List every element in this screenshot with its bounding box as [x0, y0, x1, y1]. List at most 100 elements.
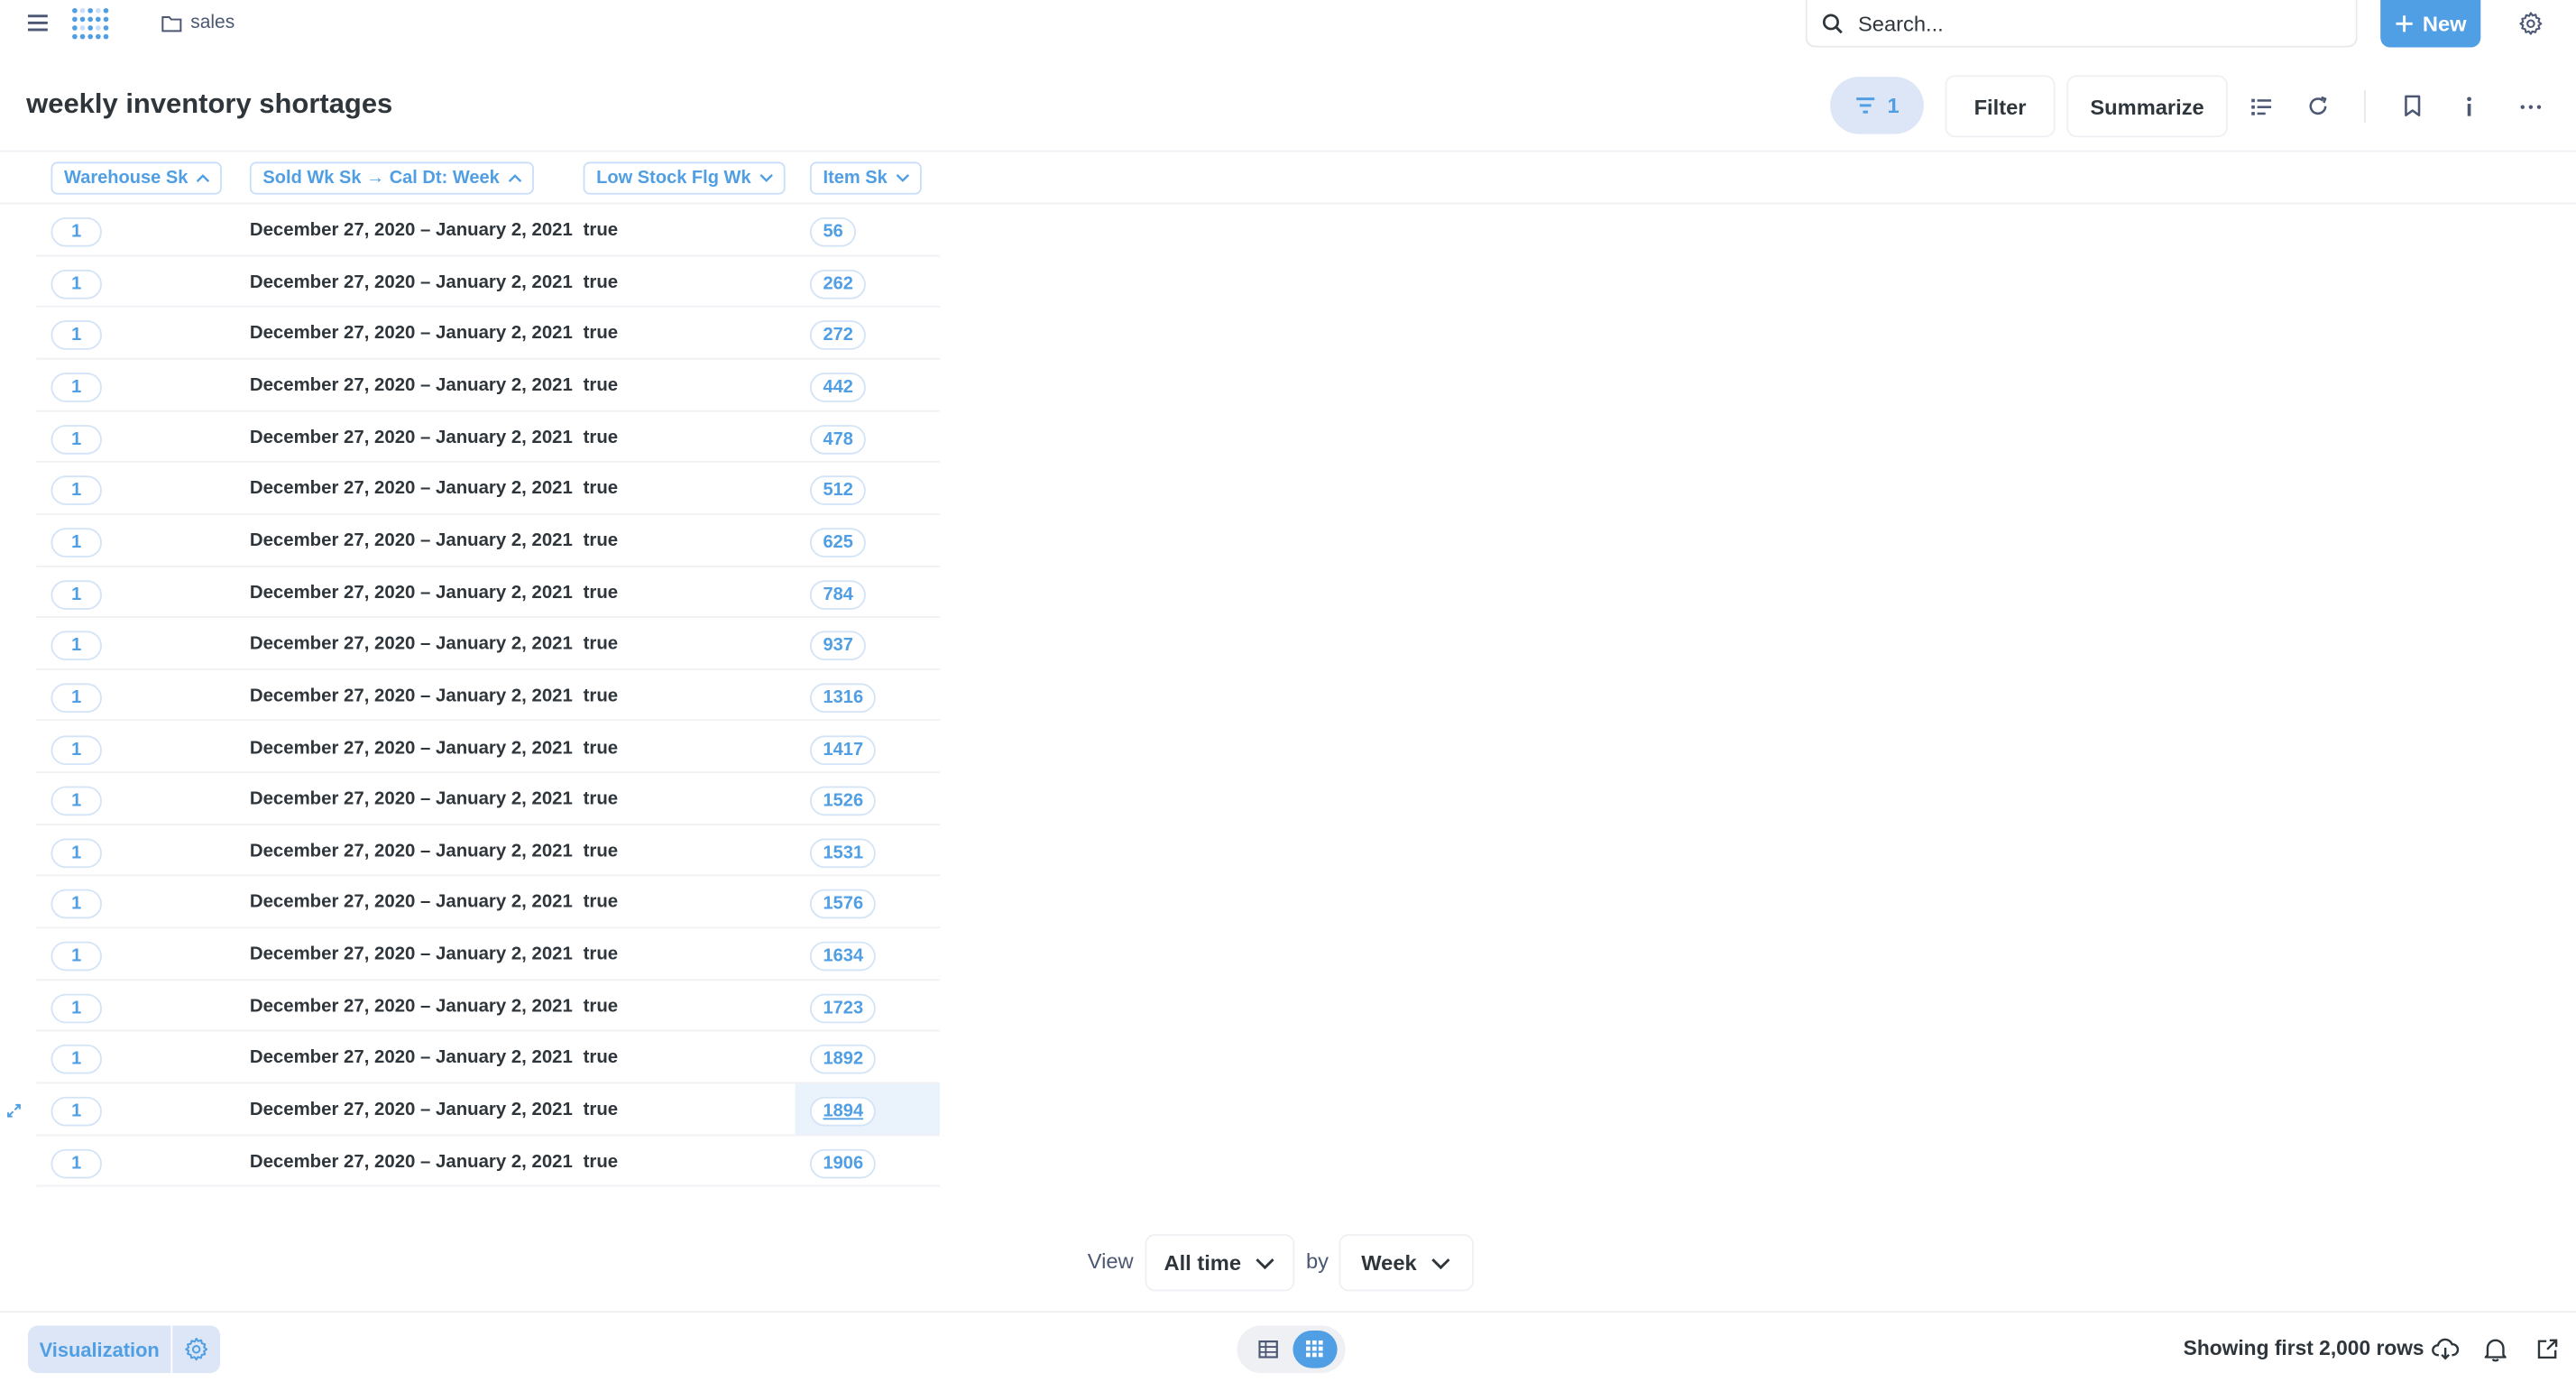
- low-stock-flag-cell[interactable]: true: [584, 738, 619, 758]
- item-sk-cell[interactable]: 937: [809, 631, 867, 661]
- low-stock-flag-cell[interactable]: true: [584, 997, 619, 1017]
- search-input[interactable]: [1858, 10, 2318, 35]
- item-sk-cell[interactable]: 1906: [809, 1148, 877, 1178]
- week-cell[interactable]: December 27, 2020 – January 2, 2021: [250, 428, 573, 447]
- download-icon[interactable]: [2428, 1332, 2461, 1365]
- item-sk-cell[interactable]: 1576: [809, 889, 877, 920]
- warehouse-sk-cell[interactable]: 1: [51, 269, 102, 299]
- low-stock-flag-cell[interactable]: true: [584, 842, 619, 861]
- warehouse-sk-cell[interactable]: 1: [51, 993, 102, 1023]
- week-cell[interactable]: December 27, 2020 – January 2, 2021: [250, 1101, 573, 1120]
- item-sk-cell[interactable]: 1417: [809, 734, 877, 765]
- week-cell[interactable]: December 27, 2020 – January 2, 2021: [250, 893, 573, 913]
- low-stock-flag-cell[interactable]: true: [584, 1048, 619, 1068]
- week-cell[interactable]: December 27, 2020 – January 2, 2021: [250, 738, 573, 758]
- low-stock-flag-cell[interactable]: true: [584, 428, 619, 447]
- warehouse-sk-cell[interactable]: 1: [51, 734, 102, 765]
- column-header[interactable]: Sold Wk Sk → Cal Dt: Week: [249, 161, 535, 195]
- warehouse-sk-cell[interactable]: 1: [51, 786, 102, 816]
- week-cell[interactable]: December 27, 2020 – January 2, 2021: [250, 531, 573, 551]
- column-header[interactable]: Item Sk: [809, 161, 923, 195]
- new-button[interactable]: New: [2380, 0, 2481, 48]
- hamburger-icon[interactable]: [20, 6, 56, 39]
- item-sk-cell[interactable]: 1531: [809, 838, 877, 868]
- page-title[interactable]: weekly inventory shortages: [26, 88, 392, 121]
- week-cell[interactable]: December 27, 2020 – January 2, 2021: [250, 997, 573, 1017]
- low-stock-flag-cell[interactable]: true: [584, 531, 619, 551]
- gear-icon[interactable]: [2514, 6, 2546, 39]
- warehouse-sk-cell[interactable]: 1: [51, 216, 102, 247]
- filter-button[interactable]: Filter: [1945, 75, 2056, 138]
- low-stock-flag-cell[interactable]: true: [584, 686, 619, 706]
- low-stock-flag-cell[interactable]: true: [584, 479, 619, 499]
- low-stock-flag-cell[interactable]: true: [584, 221, 619, 241]
- info-icon[interactable]: [2452, 88, 2488, 124]
- week-cell[interactable]: December 27, 2020 – January 2, 2021: [250, 1152, 573, 1172]
- warehouse-sk-cell[interactable]: 1: [51, 941, 102, 972]
- warehouse-sk-cell[interactable]: 1: [51, 373, 102, 402]
- time-unit-dropdown[interactable]: Week: [1339, 1234, 1474, 1292]
- item-sk-cell[interactable]: 1894: [809, 1096, 877, 1127]
- low-stock-flag-cell[interactable]: true: [584, 789, 619, 809]
- warehouse-sk-cell[interactable]: 1: [51, 528, 102, 557]
- low-stock-flag-cell[interactable]: true: [584, 376, 619, 396]
- item-sk-cell[interactable]: 1634: [809, 941, 877, 972]
- column-header[interactable]: Low Stock Flg Wk: [583, 161, 786, 195]
- item-sk-cell[interactable]: 1316: [809, 683, 877, 713]
- visualization-button[interactable]: Visualization: [27, 1325, 171, 1374]
- warehouse-sk-cell[interactable]: 1: [51, 889, 102, 920]
- gear-icon[interactable]: [172, 1325, 221, 1374]
- warehouse-sk-cell[interactable]: 1: [51, 475, 102, 506]
- week-cell[interactable]: December 27, 2020 – January 2, 2021: [250, 376, 573, 396]
- low-stock-flag-cell[interactable]: true: [584, 634, 619, 654]
- low-stock-flag-cell[interactable]: true: [584, 1101, 619, 1120]
- week-cell[interactable]: December 27, 2020 – January 2, 2021: [250, 272, 573, 292]
- active-filters-toggle[interactable]: 1: [1830, 77, 1924, 134]
- item-sk-cell[interactable]: 442: [809, 373, 867, 402]
- table-icon[interactable]: [1246, 1331, 1290, 1368]
- warehouse-sk-cell[interactable]: 1: [51, 838, 102, 868]
- column-header[interactable]: Warehouse Sk: [51, 161, 223, 195]
- low-stock-flag-cell[interactable]: true: [584, 1152, 619, 1172]
- week-cell[interactable]: December 27, 2020 – January 2, 2021: [250, 842, 573, 861]
- time-range-dropdown[interactable]: All time: [1145, 1234, 1295, 1292]
- grid-icon[interactable]: [1293, 1330, 1338, 1368]
- low-stock-flag-cell[interactable]: true: [584, 324, 619, 344]
- item-sk-cell[interactable]: 478: [809, 424, 867, 454]
- week-cell[interactable]: December 27, 2020 – January 2, 2021: [250, 583, 573, 603]
- week-cell[interactable]: December 27, 2020 – January 2, 2021: [250, 789, 573, 809]
- low-stock-flag-cell[interactable]: true: [584, 583, 619, 603]
- notebook-icon[interactable]: [2242, 88, 2278, 124]
- refresh-icon[interactable]: [2300, 88, 2336, 124]
- warehouse-sk-cell[interactable]: 1: [51, 1148, 102, 1178]
- week-cell[interactable]: December 27, 2020 – January 2, 2021: [250, 945, 573, 965]
- share-icon[interactable]: [2530, 1332, 2562, 1365]
- warehouse-sk-cell[interactable]: 1: [51, 631, 102, 661]
- week-cell[interactable]: December 27, 2020 – January 2, 2021: [250, 221, 573, 241]
- bookmark-icon[interactable]: [2394, 88, 2430, 124]
- week-cell[interactable]: December 27, 2020 – January 2, 2021: [250, 479, 573, 499]
- item-sk-cell[interactable]: 262: [809, 269, 867, 299]
- bell-icon[interactable]: [2479, 1332, 2511, 1365]
- search-bar[interactable]: [1805, 0, 2358, 48]
- warehouse-sk-cell[interactable]: 1: [51, 1045, 102, 1075]
- item-sk-cell[interactable]: 1892: [809, 1045, 877, 1075]
- item-sk-cell[interactable]: 625: [809, 528, 867, 557]
- low-stock-flag-cell[interactable]: true: [584, 893, 619, 913]
- item-sk-cell[interactable]: 512: [809, 475, 867, 506]
- item-sk-cell[interactable]: 56: [809, 216, 857, 247]
- week-cell[interactable]: December 27, 2020 – January 2, 2021: [250, 634, 573, 654]
- item-sk-cell[interactable]: 272: [809, 320, 867, 351]
- low-stock-flag-cell[interactable]: true: [584, 945, 619, 965]
- summarize-button[interactable]: Summarize: [2066, 75, 2228, 138]
- low-stock-flag-cell[interactable]: true: [584, 272, 619, 292]
- warehouse-sk-cell[interactable]: 1: [51, 1096, 102, 1127]
- item-sk-cell[interactable]: 1526: [809, 786, 877, 816]
- expand-icon[interactable]: [0, 1095, 26, 1125]
- warehouse-sk-cell[interactable]: 1: [51, 579, 102, 610]
- warehouse-sk-cell[interactable]: 1: [51, 424, 102, 454]
- week-cell[interactable]: December 27, 2020 – January 2, 2021: [250, 686, 573, 706]
- metabase-logo-icon[interactable]: [69, 5, 111, 41]
- breadcrumb[interactable]: sales: [161, 10, 235, 36]
- week-cell[interactable]: December 27, 2020 – January 2, 2021: [250, 324, 573, 344]
